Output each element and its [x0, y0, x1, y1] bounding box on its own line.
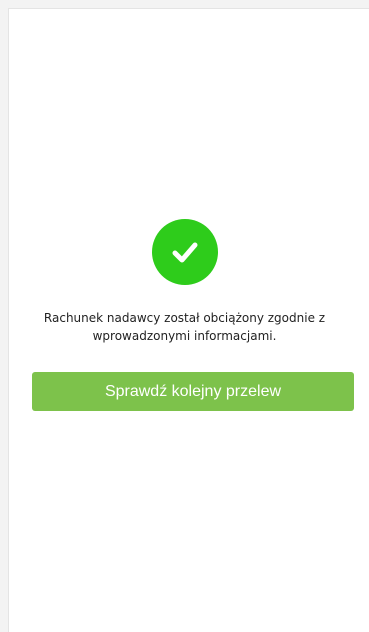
confirmation-message: Rachunek nadawcy został obciążony zgodni… [0, 309, 369, 345]
confirmation-message-line-2: wprowadzonymi informacjami. [92, 329, 277, 343]
confirmation-message-line-1: Rachunek nadawcy został obciążony zgodni… [43, 311, 326, 325]
check-next-transfer-button[interactable]: Sprawdź kolejny przelew [32, 372, 354, 411]
success-checkmark-icon [152, 219, 218, 285]
checkmark-icon [172, 242, 198, 263]
